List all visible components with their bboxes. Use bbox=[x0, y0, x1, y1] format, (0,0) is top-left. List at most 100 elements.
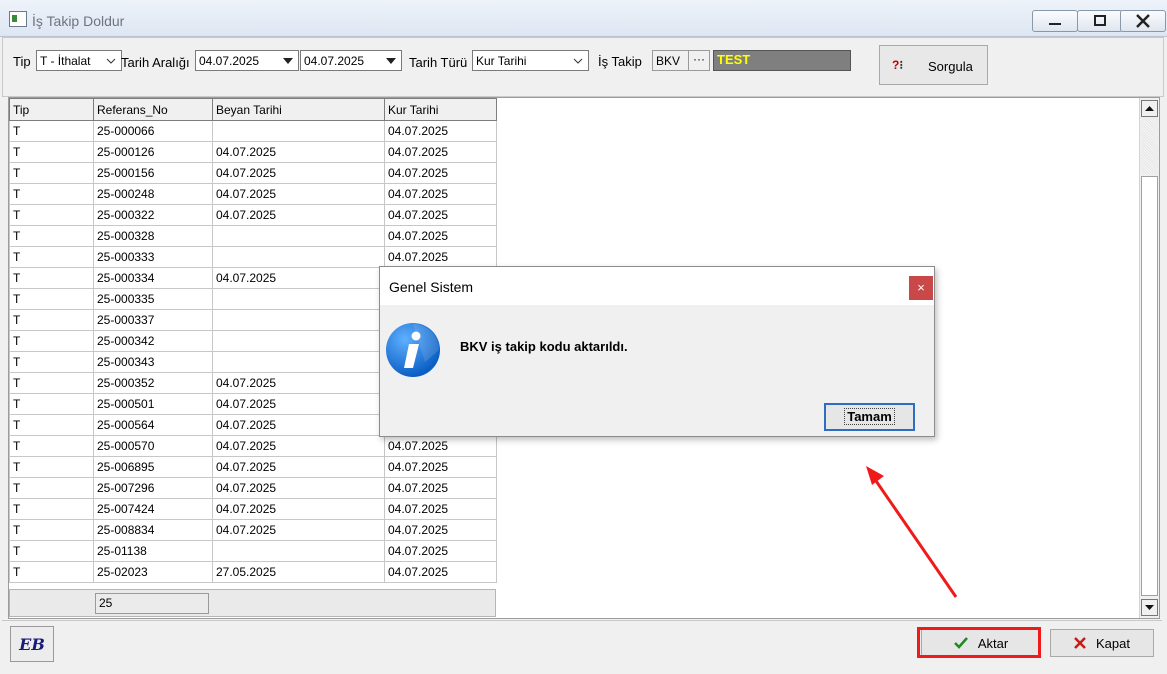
cell-beyan-tarihi: 04.07.2025 bbox=[212, 435, 385, 457]
date-to-picker[interactable]: 04.07.2025 bbox=[300, 50, 402, 71]
cell-tip: T bbox=[9, 267, 94, 289]
cell-beyan-tarihi bbox=[212, 309, 385, 331]
table-row[interactable]: T 25-000156 04.07.2025 04.07.2025 bbox=[9, 162, 497, 184]
dropdown-arrow-icon bbox=[280, 53, 296, 68]
table-row[interactable]: T 25-000570 04.07.2025 04.07.2025 bbox=[9, 435, 497, 457]
x-icon bbox=[1074, 637, 1086, 649]
cell-tip: T bbox=[9, 141, 94, 163]
cell-beyan-tarihi: 04.07.2025 bbox=[212, 498, 385, 520]
cell-tip: T bbox=[9, 372, 94, 394]
vertical-scrollbar[interactable] bbox=[1139, 98, 1159, 618]
tarih-turu-select[interactable]: Kur Tarihi bbox=[472, 50, 589, 71]
kapat-button[interactable]: Kapat bbox=[1050, 629, 1154, 657]
close-window-button[interactable] bbox=[1120, 10, 1166, 32]
table-row[interactable]: T 25-000248 04.07.2025 04.07.2025 bbox=[9, 183, 497, 205]
cell-referans-no: 25-000126 bbox=[93, 141, 213, 163]
arrow-up-icon bbox=[1145, 106, 1154, 111]
cell-tip: T bbox=[9, 288, 94, 310]
cell-tip: T bbox=[9, 330, 94, 352]
column-header-beyan-tarihi[interactable]: Beyan Tarihi bbox=[212, 98, 385, 121]
column-header-tip[interactable]: Tip bbox=[9, 98, 94, 121]
cell-referans-no: 25-01138 bbox=[93, 540, 213, 562]
cell-referans-no: 25-000066 bbox=[93, 120, 213, 142]
is-takip-lookup-button[interactable]: ··· bbox=[688, 50, 710, 71]
cell-referans-no: 25-006895 bbox=[93, 456, 213, 478]
info-icon bbox=[386, 323, 440, 377]
tamam-button[interactable]: Tamam bbox=[824, 403, 915, 431]
cell-beyan-tarihi: 04.07.2025 bbox=[212, 477, 385, 499]
tip-select-value: T - İthalat bbox=[40, 54, 91, 68]
aktar-highlight-box bbox=[917, 627, 1041, 658]
tip-label: Tip bbox=[13, 54, 31, 69]
tip-select[interactable]: T - İthalat bbox=[36, 50, 122, 71]
minimize-button[interactable] bbox=[1032, 10, 1078, 32]
minimize-icon bbox=[1049, 23, 1061, 25]
table-row[interactable]: T 25-000333 04.07.2025 bbox=[9, 246, 497, 268]
tarih-araligi-label: Tarih Aralığı bbox=[121, 55, 190, 70]
maximize-button[interactable] bbox=[1077, 10, 1123, 32]
table-row[interactable]: T 25-000322 04.07.2025 04.07.2025 bbox=[9, 204, 497, 226]
table-row[interactable]: T 25-000328 04.07.2025 bbox=[9, 225, 497, 247]
dialog-titlebar: Genel Sistem × bbox=[380, 267, 934, 305]
cell-referans-no: 25-008834 bbox=[93, 519, 213, 541]
maximize-icon bbox=[1094, 15, 1106, 26]
cell-kur-tarihi: 04.07.2025 bbox=[384, 456, 497, 478]
table-row[interactable]: T 25-000066 04.07.2025 bbox=[9, 120, 497, 142]
tamam-label: Tamam bbox=[844, 408, 895, 425]
cell-beyan-tarihi bbox=[212, 540, 385, 562]
cell-referans-no: 25-000156 bbox=[93, 162, 213, 184]
table-row[interactable]: T 25-02023 27.05.2025 04.07.2025 bbox=[9, 561, 497, 583]
cell-kur-tarihi: 04.07.2025 bbox=[384, 540, 497, 562]
cell-referans-no: 25-000337 bbox=[93, 309, 213, 331]
dialog-close-button[interactable]: × bbox=[909, 276, 933, 300]
is-takip-code-field[interactable]: BKV bbox=[652, 50, 689, 71]
date-from-picker[interactable]: 04.07.2025 bbox=[195, 50, 299, 71]
cell-beyan-tarihi bbox=[212, 330, 385, 352]
table-row[interactable]: T 25-006895 04.07.2025 04.07.2025 bbox=[9, 456, 497, 478]
table-row[interactable]: T 25-007296 04.07.2025 04.07.2025 bbox=[9, 477, 497, 499]
table-row[interactable]: T 25-01138 04.07.2025 bbox=[9, 540, 497, 562]
is-takip-label: İş Takip bbox=[598, 54, 642, 69]
cell-referans-no: 25-000248 bbox=[93, 183, 213, 205]
cell-tip: T bbox=[9, 204, 94, 226]
cell-tip: T bbox=[9, 519, 94, 541]
cell-beyan-tarihi: 04.07.2025 bbox=[212, 183, 385, 205]
tarih-turu-label: Tarih Türü bbox=[409, 55, 468, 70]
cell-tip: T bbox=[9, 351, 94, 373]
table-row[interactable]: T 25-007424 04.07.2025 04.07.2025 bbox=[9, 498, 497, 520]
cell-kur-tarihi: 04.07.2025 bbox=[384, 498, 497, 520]
scroll-down-button[interactable] bbox=[1141, 599, 1158, 616]
cell-tip: T bbox=[9, 309, 94, 331]
cell-tip: T bbox=[9, 225, 94, 247]
cell-beyan-tarihi: 27.05.2025 bbox=[212, 561, 385, 583]
cell-beyan-tarihi bbox=[212, 246, 385, 268]
cell-beyan-tarihi: 04.07.2025 bbox=[212, 414, 385, 436]
column-header-kur-tarihi[interactable]: Kur Tarihi bbox=[384, 98, 497, 121]
column-header-referans-no[interactable]: Referans_No bbox=[93, 98, 213, 121]
cell-beyan-tarihi: 04.07.2025 bbox=[212, 456, 385, 478]
sorgula-button[interactable]: ?⁝ Sorgula bbox=[879, 45, 988, 85]
cell-tip: T bbox=[9, 540, 94, 562]
cell-beyan-tarihi bbox=[212, 120, 385, 142]
cell-kur-tarihi: 04.07.2025 bbox=[384, 477, 497, 499]
cell-referans-no: 25-000342 bbox=[93, 330, 213, 352]
scroll-track[interactable] bbox=[1141, 117, 1158, 175]
cell-referans-no: 25-007296 bbox=[93, 477, 213, 499]
cell-beyan-tarihi bbox=[212, 288, 385, 310]
cell-referans-no: 25-000501 bbox=[93, 393, 213, 415]
table-row[interactable]: T 25-008834 04.07.2025 04.07.2025 bbox=[9, 519, 497, 541]
row-count: 25 bbox=[95, 593, 209, 614]
table-header-row: Tip Referans_No Beyan Tarihi Kur Tarihi bbox=[9, 98, 497, 121]
scroll-up-button[interactable] bbox=[1141, 100, 1158, 117]
scroll-thumb[interactable] bbox=[1141, 176, 1158, 596]
table-row[interactable]: T 25-000126 04.07.2025 04.07.2025 bbox=[9, 141, 497, 163]
cell-kur-tarihi: 04.07.2025 bbox=[384, 435, 497, 457]
cell-referans-no: 25-000322 bbox=[93, 204, 213, 226]
cell-tip: T bbox=[9, 435, 94, 457]
sorgula-label: Sorgula bbox=[928, 59, 973, 74]
eb-logo-text: EB bbox=[19, 634, 45, 654]
eb-logo-button[interactable]: EB bbox=[10, 626, 54, 662]
is-takip-code-value: BKV bbox=[656, 54, 681, 68]
cell-tip: T bbox=[9, 498, 94, 520]
cell-tip: T bbox=[9, 162, 94, 184]
